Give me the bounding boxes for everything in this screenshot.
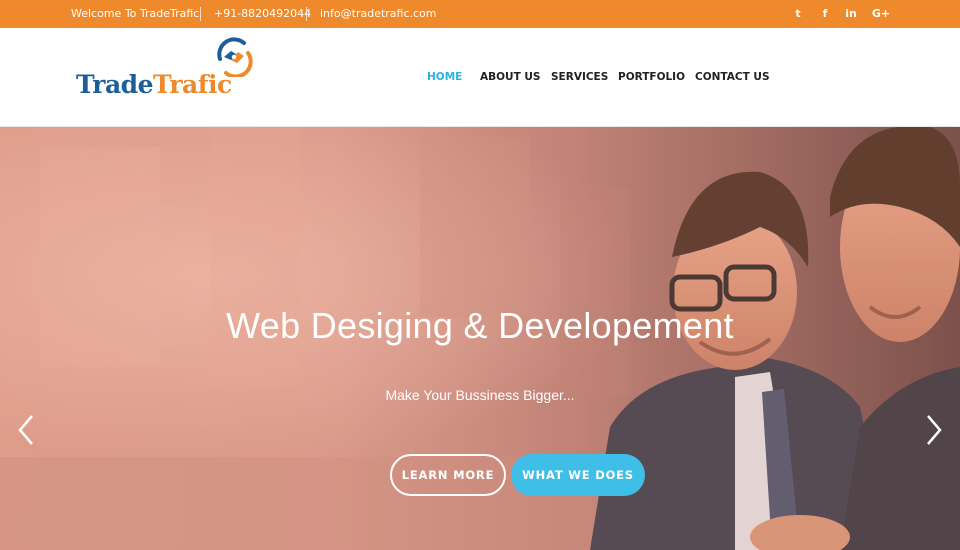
logo-wordmark: TradeTrafic: [76, 70, 232, 99]
hero-title: Web Desiging & Developement: [226, 305, 734, 346]
welcome-text: Welcome To TradeTrafic: [71, 7, 200, 20]
top-info-bar: Welcome To TradeTrafic +91-8820492044 in…: [0, 0, 960, 28]
divider: [200, 7, 201, 21]
linkedin-icon[interactable]: in: [843, 0, 859, 28]
email-link[interactable]: info@tradetrafic.com: [320, 0, 437, 28]
nav-home[interactable]: HOME: [427, 28, 462, 127]
logo[interactable]: TradeTrafic: [76, 37, 256, 105]
phone-number[interactable]: +91-8820492044: [214, 0, 311, 28]
learn-more-button[interactable]: LEARN MORE: [390, 454, 506, 496]
nav-portfolio[interactable]: PORTFOLIO: [618, 28, 685, 127]
nav-contact-us[interactable]: CONTACT US: [695, 28, 770, 127]
chevron-left-icon[interactable]: [14, 412, 38, 448]
nav-services[interactable]: SERVICES: [551, 28, 608, 127]
logo-trade: Trade: [76, 70, 154, 99]
site-header: TradeTrafic HOME ABOUT US SERVICES PORTF…: [0, 28, 960, 127]
what-we-does-button[interactable]: WHAT WE DOES: [511, 454, 645, 496]
chevron-right-icon[interactable]: [922, 412, 946, 448]
hero-slider: Web Desiging & Developement Make Your Bu…: [0, 127, 960, 550]
twitter-icon[interactable]: t: [791, 0, 805, 28]
divider: [306, 7, 307, 21]
nav-about-us[interactable]: ABOUT US: [480, 28, 541, 127]
hero-subtitle: Make Your Bussiness Bigger...: [385, 387, 575, 403]
logo-trafic: Trafic: [153, 70, 232, 99]
google-plus-icon[interactable]: G+: [871, 0, 891, 28]
facebook-icon[interactable]: f: [818, 0, 832, 28]
